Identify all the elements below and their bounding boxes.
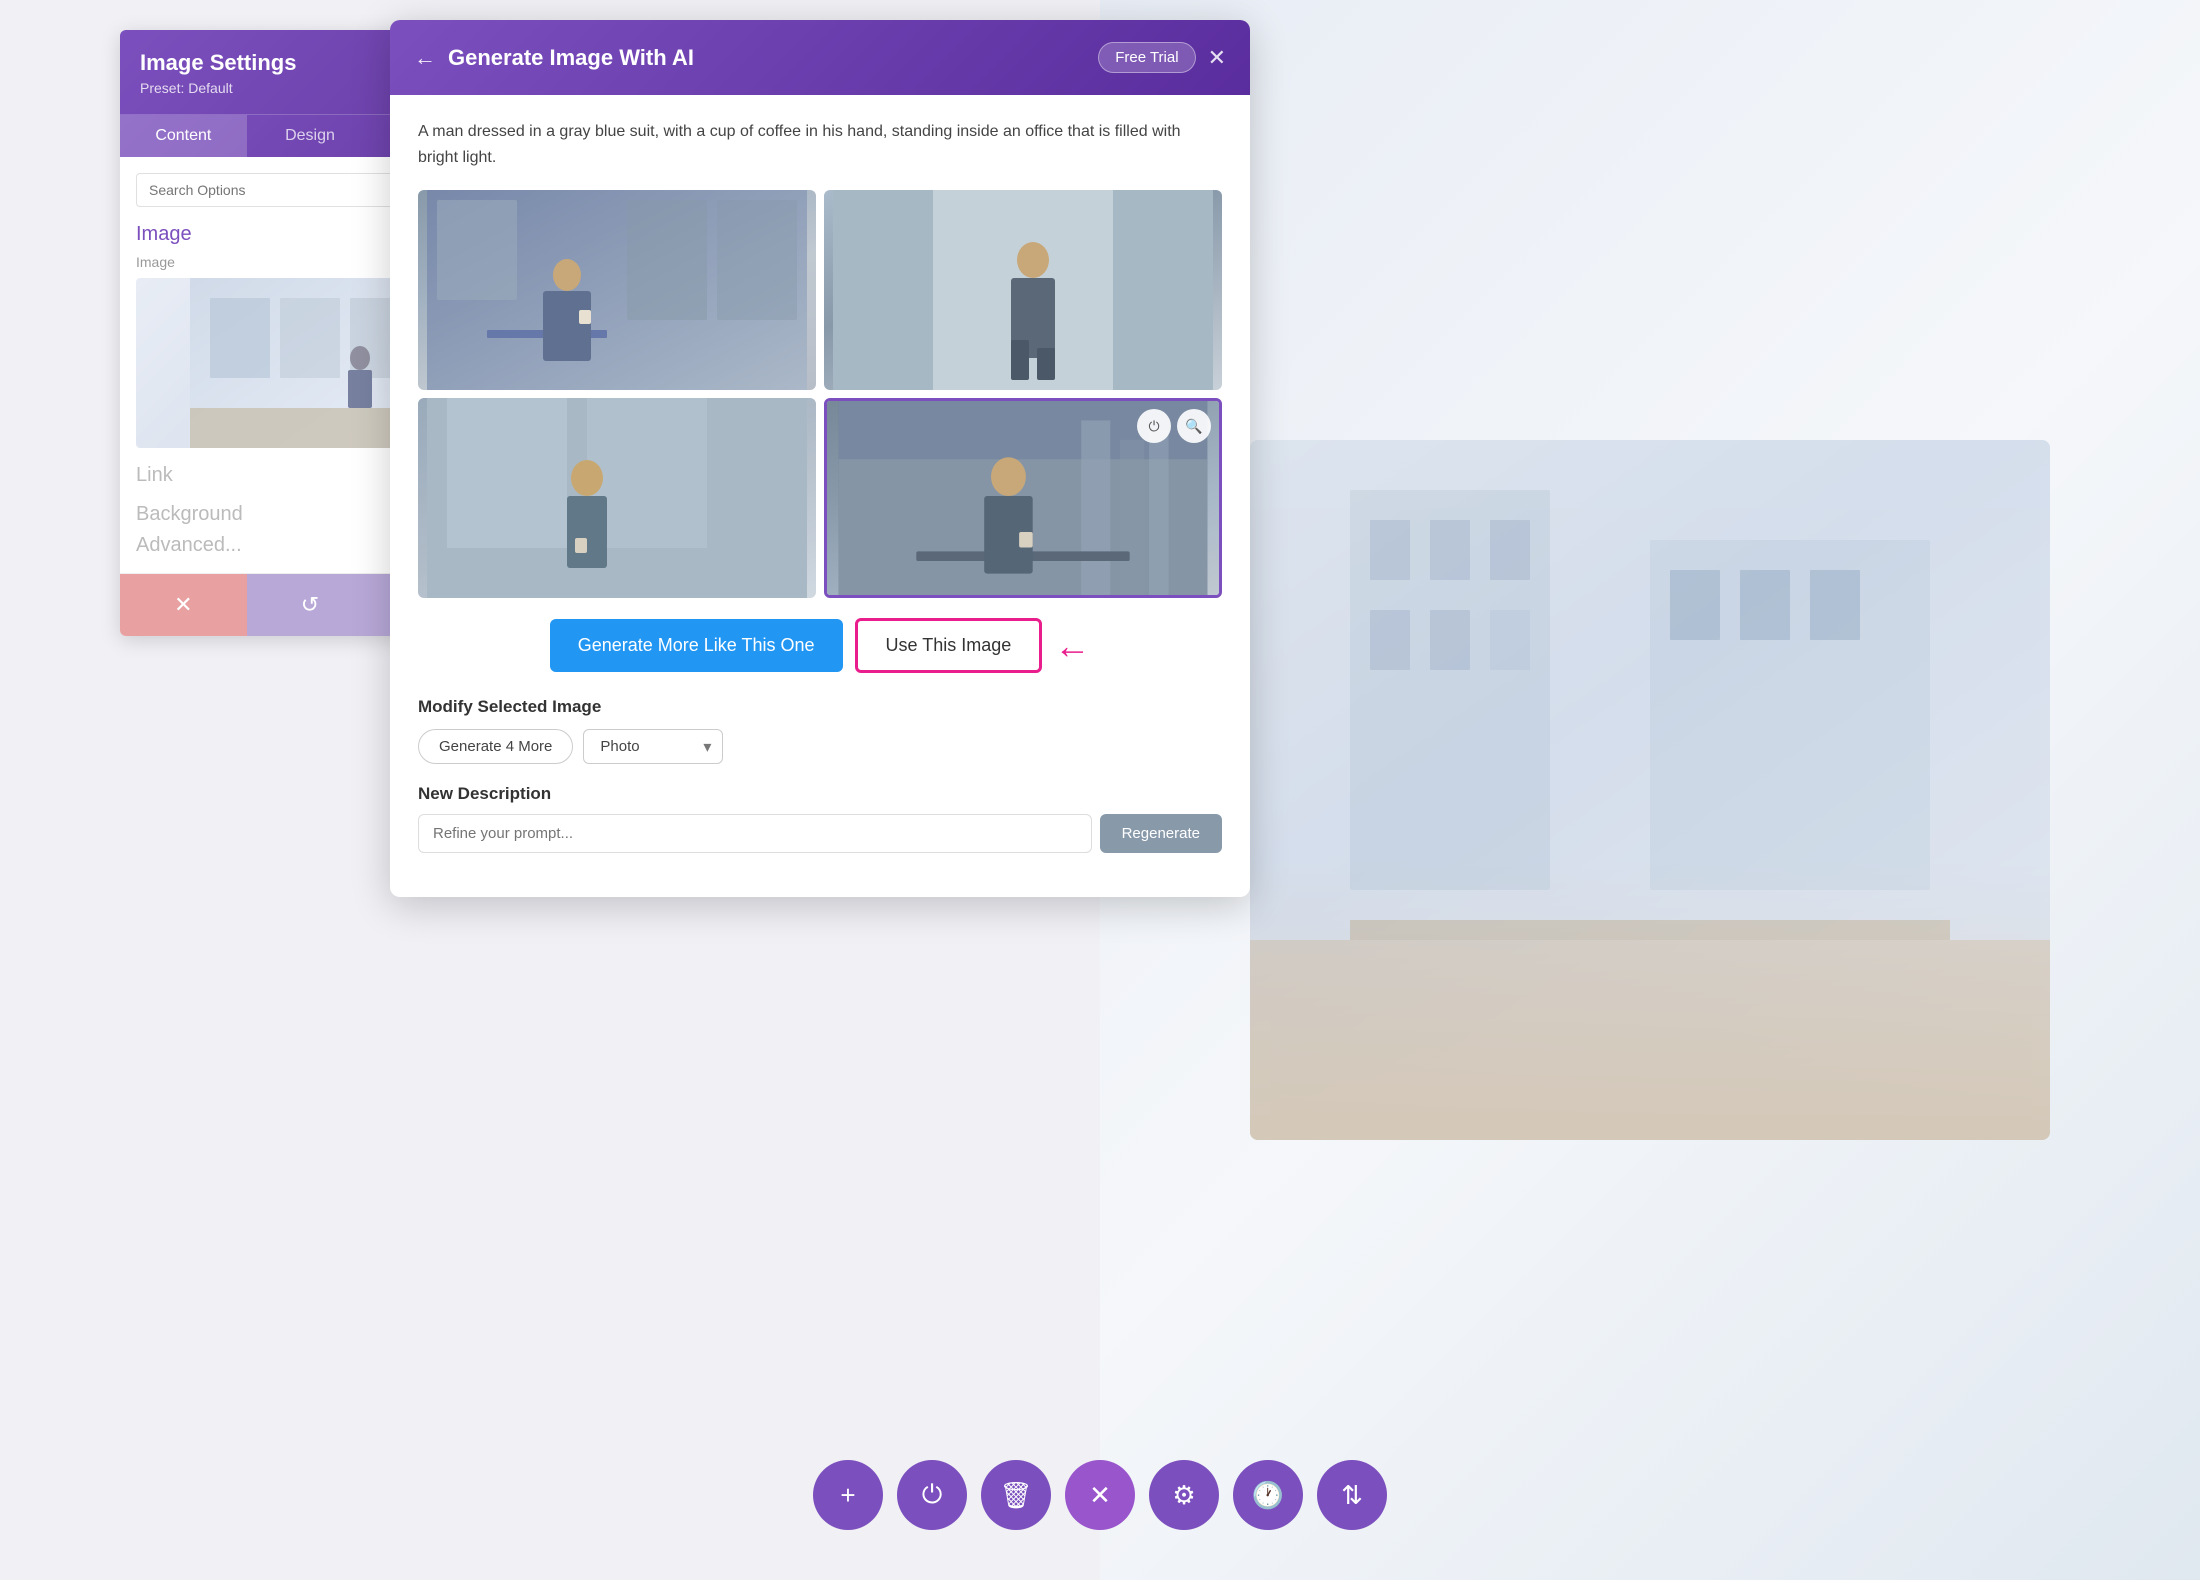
modal-header: ← Generate Image With AI Free Trial ✕ <box>390 20 1250 95</box>
generate-4-button[interactable]: Generate 4 More <box>418 729 573 764</box>
background-image-mock <box>1250 440 2050 1140</box>
modal-title: Generate Image With AI <box>448 45 694 71</box>
modify-section: Modify Selected Image Generate 4 More Ph… <box>418 697 1222 764</box>
regenerate-button[interactable]: Regenerate <box>1100 814 1222 853</box>
power-toolbar-button[interactable]: ⏻ <box>897 1460 967 1530</box>
delete-toolbar-button[interactable]: 🗑 <box>981 1460 1051 1530</box>
photo-select-wrapper: Photo Illustration Digital Art Painting <box>583 729 723 764</box>
action-row: Generate More Like This One Use This Ima… <box>418 618 1222 673</box>
modal-header-left: ← Generate Image With AI <box>414 45 694 71</box>
cancel-button[interactable]: ✕ <box>120 574 247 636</box>
tab-design[interactable]: Design <box>247 115 374 157</box>
sort-toolbar-button[interactable]: ⇅ <box>1317 1460 1387 1530</box>
ai-modal: ← Generate Image With AI Free Trial ✕ A … <box>390 20 1250 897</box>
free-trial-badge: Free Trial <box>1098 42 1195 73</box>
add-toolbar-button[interactable]: + <box>813 1460 883 1530</box>
tab-content[interactable]: Content <box>120 115 247 157</box>
back-arrow-icon[interactable]: ← <box>414 45 436 71</box>
search-overlay-icon[interactable]: 🔍 <box>1177 409 1211 443</box>
prompt-text: A man dressed in a gray blue suit, with … <box>418 119 1222 170</box>
grid-image-2[interactable] <box>824 190 1222 390</box>
new-description-section: New Description Regenerate <box>418 784 1222 853</box>
modal-body: A man dressed in a gray blue suit, with … <box>390 95 1250 897</box>
history-toolbar-button[interactable]: 🕐 <box>1233 1460 1303 1530</box>
generate-more-button[interactable]: Generate More Like This One <box>550 619 843 672</box>
power-overlay-icon[interactable]: ⏻ <box>1137 409 1171 443</box>
grid-image-4[interactable]: ⏻ 🔍 <box>824 398 1222 598</box>
modify-section-title: Modify Selected Image <box>418 697 1222 717</box>
background-image-area <box>1100 0 2200 1580</box>
grid-image-1[interactable] <box>418 190 816 390</box>
refine-prompt-input[interactable] <box>418 814 1092 853</box>
undo-button[interactable]: ↺ <box>247 574 374 636</box>
use-image-button[interactable]: Use This Image <box>855 618 1043 673</box>
arrow-indicator-icon: ← <box>1054 625 1090 667</box>
bottom-toolbar: + ⏻ 🗑 ✕ ⚙ 🕐 ⇅ <box>813 1460 1387 1530</box>
grid-image-3[interactable] <box>418 398 816 598</box>
image-overlay-icons: ⏻ 🔍 <box>1137 409 1211 443</box>
image-grid: ⏻ 🔍 <box>418 190 1222 598</box>
settings-toolbar-button[interactable]: ⚙ <box>1149 1460 1219 1530</box>
close-toolbar-button[interactable]: ✕ <box>1065 1460 1135 1530</box>
close-modal-button[interactable]: ✕ <box>1208 45 1226 71</box>
modal-header-right: Free Trial ✕ <box>1098 42 1226 73</box>
photo-style-select[interactable]: Photo Illustration Digital Art Painting <box>583 729 723 764</box>
new-description-title: New Description <box>418 784 1222 804</box>
modify-controls: Generate 4 More Photo Illustration Digit… <box>418 729 1222 764</box>
refine-row: Regenerate <box>418 814 1222 853</box>
